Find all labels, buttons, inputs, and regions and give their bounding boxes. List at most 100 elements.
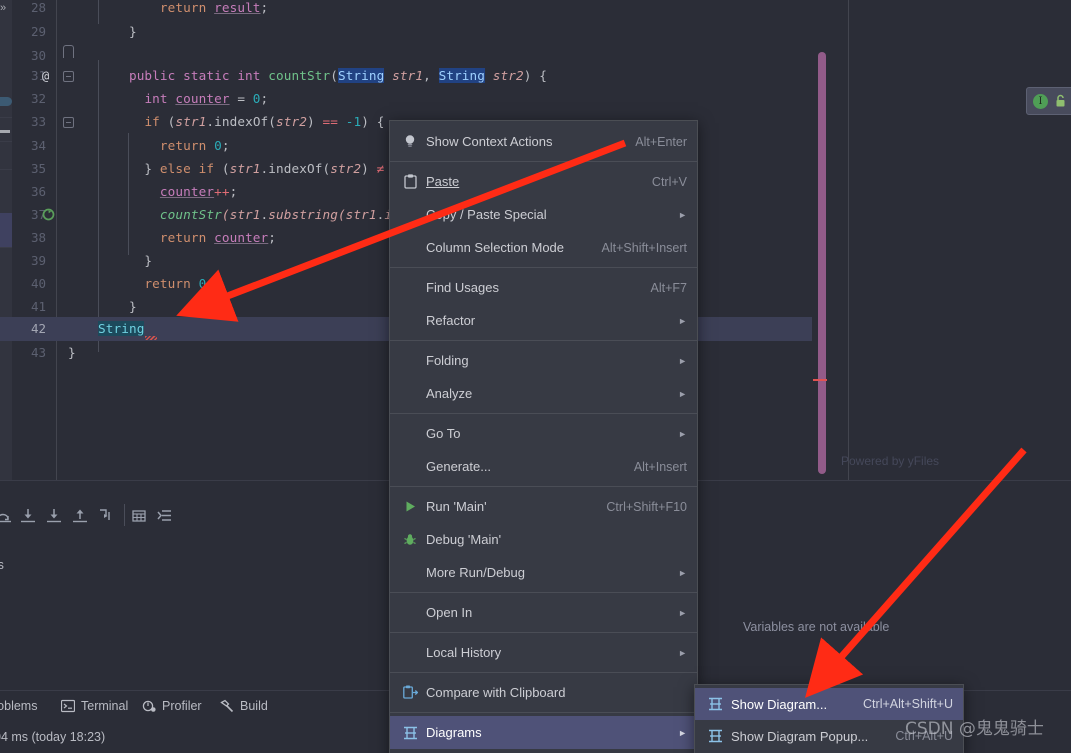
line-number: 28 — [30, 0, 46, 15]
submenu-arrow-icon: ► — [678, 315, 687, 326]
menu-item-paste[interactable]: Paste Ctrl+V — [390, 165, 697, 198]
line-number: 41 — [30, 299, 46, 314]
code-text: if (str1.indexOf(str2) == -1) { — [144, 114, 385, 129]
build-hammer-icon — [220, 699, 234, 713]
menu-item-refactor[interactable]: Refactor ► — [390, 304, 697, 337]
selected-token: String — [98, 321, 145, 336]
editor-context-menu[interactable]: Show Context Actions Alt+Enter Paste Ctr… — [389, 120, 698, 753]
line-number: 38 — [30, 230, 46, 245]
evaluate-expression-icon[interactable] — [131, 508, 147, 524]
bottom-tab-problems[interactable]: roblems — [0, 699, 37, 713]
editor-scrollbar-thumb[interactable] — [818, 52, 826, 474]
menu-item-run-main[interactable]: Run 'Main' Ctrl+Shift+F10 — [390, 490, 697, 523]
menu-item-go-to[interactable]: Go To ► — [390, 417, 697, 450]
menu-item-column-selection-mode[interactable]: Column Selection Mode Alt+Shift+Insert — [390, 231, 697, 264]
unlocked-icon[interactable] — [1054, 94, 1067, 108]
menu-label: Local History — [426, 645, 502, 660]
code-text: } — [98, 299, 137, 314]
menu-separator — [390, 161, 697, 162]
menu-item-copy-paste-special[interactable]: Copy / Paste Special ► — [390, 198, 697, 231]
menu-item-create-gist[interactable]: Create Gist... — [390, 749, 697, 753]
menu-item-folding[interactable]: Folding ► — [390, 344, 697, 377]
code-line[interactable]: 32 int counter = 0; — [0, 87, 1071, 111]
submenu-arrow-icon: ► — [678, 647, 687, 658]
error-squiggle-underline — [145, 336, 157, 340]
run-to-cursor-icon[interactable] — [98, 508, 114, 524]
menu-item-find-usages[interactable]: Find Usages Alt+F7 — [390, 271, 697, 304]
submenu-arrow-icon: ► — [678, 727, 687, 738]
build-label: Build — [240, 699, 268, 713]
menu-label: Generate... — [426, 459, 492, 474]
code-text: countStr(str1.substring(str1.index — [159, 207, 423, 222]
menu-separator — [390, 340, 697, 341]
menu-item-compare-with-clipboard[interactable]: Compare with Clipboard — [390, 676, 697, 709]
step-over-icon[interactable] — [0, 508, 12, 524]
menu-item-generate[interactable]: Generate... Alt+Insert — [390, 450, 697, 483]
code-line[interactable]: 29 } — [0, 20, 1071, 58]
intellij-idea-window: » 28 return result; 29 } 30 31 @ public … — [0, 0, 1071, 753]
fold-collapse-icon[interactable] — [63, 117, 74, 128]
csdn-watermark: CSDN @鬼鬼骑士 — [905, 719, 1044, 739]
debug-bug-icon — [400, 533, 420, 547]
menu-shortcut: Alt+Shift+Insert — [601, 240, 687, 255]
menu-item-debug-main[interactable]: Debug 'Main' — [390, 523, 697, 556]
code-line[interactable]: 28 return result; — [0, 0, 1071, 20]
menu-item-open-in[interactable]: Open In ► — [390, 596, 697, 629]
line-number: 33 — [30, 114, 46, 129]
code-text: return counter; — [159, 230, 277, 245]
line-number: 39 — [30, 253, 46, 268]
problems-label: roblems — [0, 699, 38, 713]
build-status-text: 04 ms (today 18:23) — [0, 730, 106, 744]
force-step-into-icon[interactable] — [46, 508, 62, 524]
bottom-tab-terminal[interactable]: Terminal — [61, 699, 128, 713]
code-line[interactable]: 31 @ public static int countStr(String s… — [0, 64, 1071, 88]
recursive-call-icon[interactable] — [42, 208, 55, 221]
diagram-icon — [705, 729, 725, 743]
menu-shortcut: Alt+Insert — [633, 459, 687, 474]
bottom-tab-profiler[interactable]: Profiler — [142, 699, 202, 713]
terminal-icon — [61, 699, 75, 713]
submenu-arrow-icon: ► — [678, 567, 687, 578]
variables-tab-label[interactable]: riables — [0, 558, 4, 572]
step-into-icon[interactable] — [20, 508, 36, 524]
menu-label: More Run/Debug — [426, 565, 525, 580]
menu-label: Run 'Main' — [426, 499, 487, 514]
step-out-icon[interactable] — [72, 508, 88, 524]
menu-separator — [390, 712, 697, 713]
bottom-tab-build[interactable]: Build — [220, 699, 268, 713]
menu-label: Debug 'Main' — [426, 532, 502, 547]
code-text: } — [98, 24, 137, 39]
code-text: } — [68, 345, 76, 360]
menu-label: Paste — [426, 174, 460, 189]
menu-shortcut: Alt+Enter — [635, 134, 687, 149]
submenu-arrow-icon: ► — [678, 388, 687, 399]
code-text: String — [98, 317, 145, 341]
code-text: int counter = 0; — [144, 91, 269, 106]
menu-label: Show Diagram... — [731, 696, 828, 712]
menu-label: Show Diagram Popup... — [731, 728, 869, 744]
lightbulb-icon — [400, 134, 420, 149]
menu-item-show-context-actions[interactable]: Show Context Actions Alt+Enter — [390, 125, 697, 158]
code-text: return 0; — [144, 276, 215, 291]
code-text: return 0; — [159, 138, 230, 153]
menu-separator — [390, 632, 697, 633]
menu-separator — [390, 672, 697, 673]
line-number: 29 — [30, 24, 46, 39]
line-number: 32 — [30, 91, 46, 106]
menu-item-local-history[interactable]: Local History ► — [390, 636, 697, 669]
inspection-status-icon[interactable]: I — [1033, 93, 1048, 109]
menu-item-analyze[interactable]: Analyze ► — [390, 377, 697, 410]
show-execution-point-icon[interactable] — [157, 508, 173, 524]
menu-item-diagrams[interactable]: Diagrams ► — [390, 716, 697, 749]
inspection-widget[interactable]: I — [1026, 87, 1071, 115]
error-stripe-marker[interactable] — [813, 379, 827, 381]
fold-collapse-icon[interactable] — [63, 71, 74, 82]
annotation-marker-icon[interactable]: @ — [42, 64, 49, 88]
profiler-label: Profiler — [162, 699, 202, 713]
code-text: } else if (str1.indexOf(str2) ≠ -1) { — [98, 161, 430, 176]
menu-item-more-run-debug[interactable]: More Run/Debug ► — [390, 556, 697, 589]
menu-label: Go To — [426, 426, 461, 441]
menu-label: Show Context Actions — [426, 134, 553, 149]
menu-label: Analyze — [426, 386, 473, 401]
compare-clipboard-icon — [400, 685, 420, 700]
